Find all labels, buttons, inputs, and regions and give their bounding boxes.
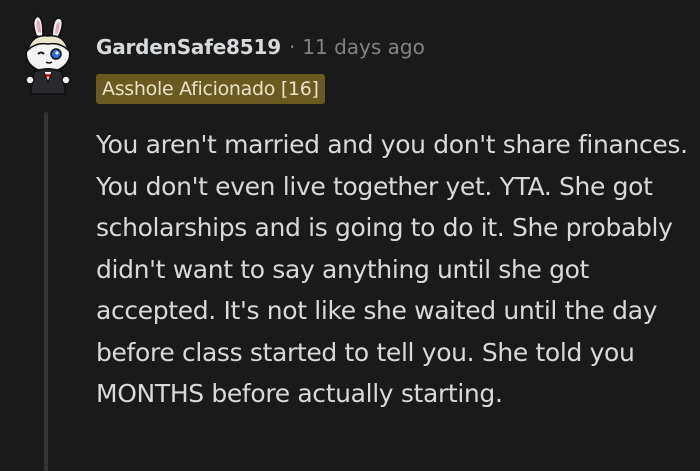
comment-meta: GardenSafe8519 · 11 days ago bbox=[96, 33, 425, 61]
user-avatar[interactable] bbox=[16, 14, 80, 98]
user-flair-badge: Asshole Aficionado [16] bbox=[96, 74, 325, 104]
comment-body-text: You aren't married and you don't share f… bbox=[96, 130, 688, 408]
timestamp-link[interactable]: 11 days ago bbox=[302, 33, 425, 61]
snoo-avatar-icon bbox=[25, 14, 71, 95]
meta-separator: · bbox=[288, 35, 296, 59]
username-link[interactable]: GardenSafe8519 bbox=[96, 33, 281, 61]
thread-collapse-line[interactable] bbox=[44, 112, 48, 471]
